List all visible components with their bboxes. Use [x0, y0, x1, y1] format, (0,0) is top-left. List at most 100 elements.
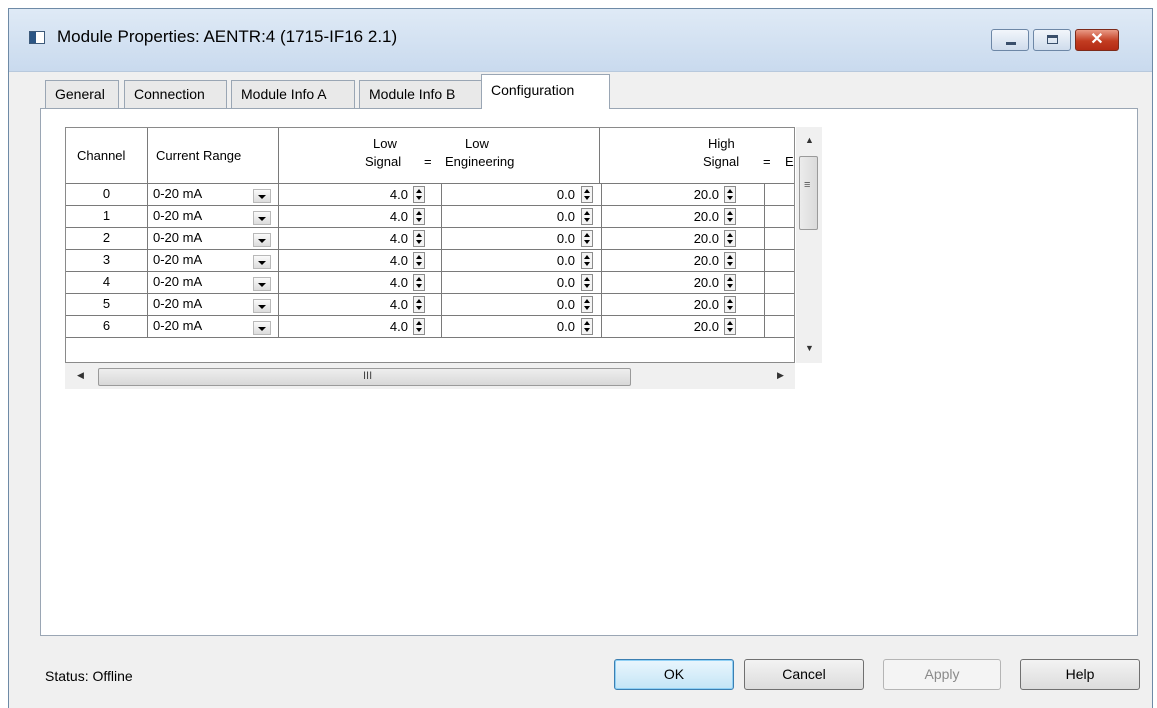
tab-connection[interactable]: Connection — [124, 80, 227, 108]
current-range-value: 0-20 mA — [153, 318, 203, 333]
high-signal-field[interactable]: 20.0 — [602, 316, 765, 338]
header-high[interactable]: High Signal = Er — [600, 128, 794, 184]
spin-button-icon[interactable] — [724, 296, 736, 313]
dropdown-arrow-icon[interactable] — [253, 299, 271, 313]
current-range-select[interactable]: 0-20 mA — [148, 272, 279, 294]
low-engineering-field[interactable]: 0.0 — [442, 206, 602, 228]
spin-button-icon[interactable] — [581, 186, 593, 203]
low-engineering-field[interactable]: 0.0 — [442, 250, 602, 272]
high-signal-field[interactable]: 20.0 — [602, 206, 765, 228]
app-icon[interactable] — [29, 31, 45, 44]
vertical-scroll-thumb[interactable] — [799, 156, 818, 230]
spin-button-icon[interactable] — [413, 252, 425, 269]
tab-general[interactable]: General — [45, 80, 119, 108]
high-engineering-field[interactable] — [765, 316, 794, 338]
spin-button-icon[interactable] — [724, 252, 736, 269]
spin-button-icon[interactable] — [413, 274, 425, 291]
spin-button-icon[interactable] — [581, 208, 593, 225]
high-signal-field[interactable]: 20.0 — [602, 250, 765, 272]
scroll-up-arrow-icon[interactable]: ▲ — [805, 135, 814, 145]
low-signal-field[interactable]: 4.0 — [279, 184, 442, 206]
low-signal-field[interactable]: 4.0 — [279, 316, 442, 338]
low-engineering-field[interactable]: 0.0 — [442, 316, 602, 338]
spin-button-icon[interactable] — [724, 208, 736, 225]
current-range-select[interactable]: 0-20 mA — [148, 250, 279, 272]
tab-module-info-b[interactable]: Module Info B — [359, 80, 483, 108]
apply-button[interactable]: Apply — [883, 659, 1001, 690]
spin-button-icon[interactable] — [581, 296, 593, 313]
low-signal-field[interactable]: 4.0 — [279, 206, 442, 228]
low-signal-value: 4.0 — [389, 297, 408, 312]
high-engineering-field[interactable] — [765, 294, 794, 316]
header-channel[interactable]: Channel — [66, 128, 148, 184]
dropdown-arrow-icon[interactable] — [253, 233, 271, 247]
vertical-scrollbar[interactable]: ▲ ▼ — [796, 127, 822, 363]
table-row[interactable]: 1 0-20 mA 4.0 0.0 20.0 — [66, 206, 794, 228]
spin-button-icon[interactable] — [724, 230, 736, 247]
header-low-signal-bottom: Signal — [365, 154, 402, 169]
dropdown-arrow-icon[interactable] — [253, 321, 271, 335]
tab-configuration[interactable]: Configuration — [481, 74, 610, 109]
header-high-eng-partial: Er — [785, 154, 794, 169]
high-engineering-field[interactable] — [765, 184, 794, 206]
low-engineering-field[interactable]: 0.0 — [442, 272, 602, 294]
low-signal-field[interactable]: 4.0 — [279, 228, 442, 250]
table-row[interactable]: 6 0-20 mA 4.0 0.0 20.0 — [66, 316, 794, 338]
horizontal-scroll-thumb[interactable]: III — [98, 368, 631, 386]
table-row[interactable]: 2 0-20 mA 4.0 0.0 20.0 — [66, 228, 794, 250]
spin-button-icon[interactable] — [413, 318, 425, 335]
high-engineering-field[interactable] — [765, 250, 794, 272]
current-range-select[interactable]: 0-20 mA — [148, 206, 279, 228]
maximize-button[interactable] — [1033, 29, 1071, 51]
spin-button-icon[interactable] — [413, 296, 425, 313]
low-engineering-field[interactable]: 0.0 — [442, 294, 602, 316]
table-row[interactable]: 3 0-20 mA 4.0 0.0 20.0 — [66, 250, 794, 272]
current-range-select[interactable]: 0-20 mA — [148, 316, 279, 338]
low-signal-field[interactable]: 4.0 — [279, 294, 442, 316]
low-signal-field[interactable]: 4.0 — [279, 272, 442, 294]
high-signal-field[interactable]: 20.0 — [602, 228, 765, 250]
high-signal-field[interactable]: 20.0 — [602, 272, 765, 294]
horizontal-scrollbar[interactable]: ◀ III ▶ — [65, 363, 795, 389]
dropdown-arrow-icon[interactable] — [253, 255, 271, 269]
ok-button[interactable]: OK — [614, 659, 734, 690]
spin-button-icon[interactable] — [581, 318, 593, 335]
high-engineering-field[interactable] — [765, 206, 794, 228]
title-bar[interactable]: Module Properties: AENTR:4 (1715-IF16 2.… — [9, 9, 1152, 72]
minimize-button[interactable] — [991, 29, 1029, 51]
spin-button-icon[interactable] — [413, 186, 425, 203]
high-signal-field[interactable]: 20.0 — [602, 294, 765, 316]
low-engineering-field[interactable]: 0.0 — [442, 184, 602, 206]
spin-button-icon[interactable] — [724, 186, 736, 203]
table-row[interactable]: 0 0-20 mA 4.0 0.0 20.0 — [66, 184, 794, 206]
scroll-down-arrow-icon[interactable]: ▼ — [805, 343, 814, 353]
scroll-left-arrow-icon[interactable]: ◀ — [77, 370, 84, 381]
close-button[interactable]: ✕ — [1075, 29, 1119, 51]
high-engineering-field[interactable] — [765, 272, 794, 294]
low-signal-field[interactable]: 4.0 — [279, 250, 442, 272]
high-engineering-field[interactable] — [765, 228, 794, 250]
table-row[interactable]: 5 0-20 mA 4.0 0.0 20.0 — [66, 294, 794, 316]
tab-module-info-a[interactable]: Module Info A — [231, 80, 355, 108]
dropdown-arrow-icon[interactable] — [253, 211, 271, 225]
current-range-select[interactable]: 0-20 mA — [148, 228, 279, 250]
spin-button-icon[interactable] — [581, 274, 593, 291]
table-row[interactable]: 4 0-20 mA 4.0 0.0 20.0 — [66, 272, 794, 294]
cancel-button[interactable]: Cancel — [744, 659, 864, 690]
current-range-select[interactable]: 0-20 mA — [148, 294, 279, 316]
header-low[interactable]: Low Signal = Low Engineering — [279, 128, 600, 184]
header-current-range[interactable]: Current Range — [148, 128, 279, 184]
spin-button-icon[interactable] — [413, 230, 425, 247]
dropdown-arrow-icon[interactable] — [253, 189, 271, 203]
low-engineering-field[interactable]: 0.0 — [442, 228, 602, 250]
help-button[interactable]: Help — [1020, 659, 1140, 690]
spin-button-icon[interactable] — [581, 230, 593, 247]
current-range-select[interactable]: 0-20 mA — [148, 184, 279, 206]
high-signal-field[interactable]: 20.0 — [602, 184, 765, 206]
dropdown-arrow-icon[interactable] — [253, 277, 271, 291]
spin-button-icon[interactable] — [724, 318, 736, 335]
spin-button-icon[interactable] — [724, 274, 736, 291]
spin-button-icon[interactable] — [581, 252, 593, 269]
scroll-right-arrow-icon[interactable]: ▶ — [777, 370, 784, 381]
spin-button-icon[interactable] — [413, 208, 425, 225]
